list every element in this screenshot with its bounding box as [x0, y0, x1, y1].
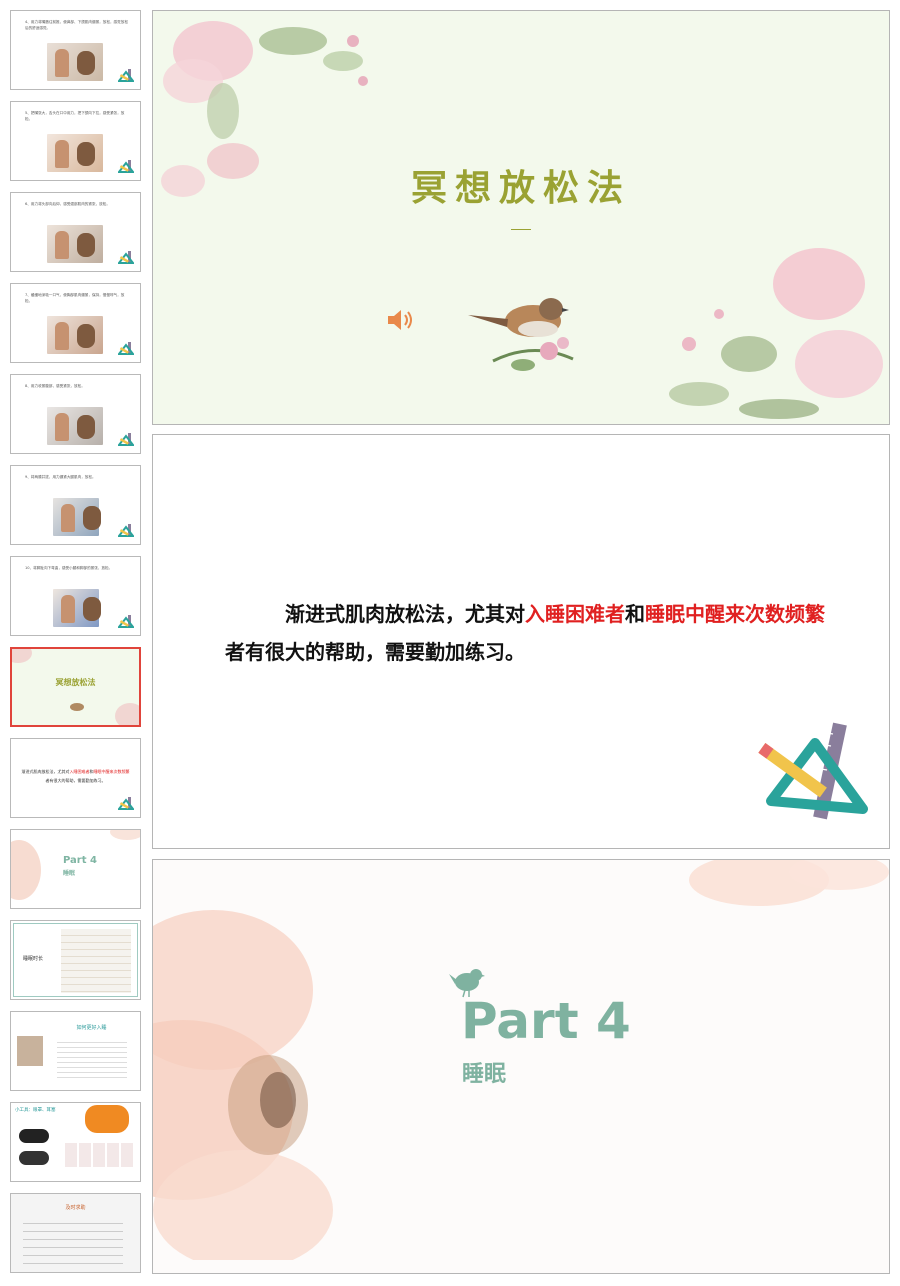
ruler-triangle-icon [118, 69, 134, 82]
thumbnail-slide-14[interactable]: 睡眠时长 [10, 920, 141, 1000]
highlight-text: 睡眠中醒来次数频繁 [645, 602, 825, 626]
slide-progressive-muscle-relaxation[interactable]: 渐进式肌肉放松法，尤其对入睡困难者和睡眠中醒来次数频繁者有很大的帮助，需要勤加练… [152, 434, 890, 849]
thumbnail-illustration [17, 1036, 43, 1066]
thumbnail-subtitle: 睡眠 [63, 870, 76, 877]
title-underline [511, 229, 531, 230]
thumbnail-text: 10、将脚趾向下弯曲，感受小腿和脚部的紧张，放松。 [25, 566, 113, 570]
ruler-triangle-pencil-icon [758, 722, 868, 820]
flower-decoration-left [153, 910, 333, 1260]
thumbnail-illustration [53, 498, 101, 536]
thumbnail-slide-6[interactable]: 6、用力将头部向后仰，感受颈部肌肉的紧张，放松。 [10, 192, 141, 272]
thumbnail-title: 冥想放松法 [55, 677, 96, 687]
thumbnail-table [61, 929, 131, 993]
eye-mask-illustration [19, 1129, 49, 1143]
highlight-text: 入睡困难者 [69, 769, 90, 774]
text-part: 渐进式肌肉放松法，尤其对 [21, 769, 70, 774]
section-part-label: Part 4 [461, 992, 631, 1050]
thumbnail-slide-13[interactable]: Part 4 睡眠 [10, 829, 141, 909]
thumbnail-slide-11-selected[interactable]: 冥想放松法 [10, 647, 141, 727]
thumbnail-text: 8、用力收紧腹部，感受紧张，放松。 [25, 384, 85, 388]
thumbnail-illustration [47, 407, 103, 445]
flower-decoration [115, 703, 139, 725]
thumbnail-slide-10[interactable]: 10、将脚趾向下弯曲，感受小腿和脚部的紧张，放松。 [10, 556, 141, 636]
text-part: 者有很大的帮助，需要勤加练习。 [45, 778, 106, 783]
earplug-illustration [85, 1105, 129, 1133]
flower-decoration-bottom-right [669, 248, 883, 419]
body-text-part: 渐进式肌肉放松法，尤其对 [285, 602, 525, 626]
ruler-triangle-icon [118, 160, 134, 173]
ruler-triangle-icon [118, 433, 134, 446]
eye-mask-illustration [19, 1151, 49, 1165]
thumbnail-title: 及时求助 [65, 1205, 86, 1211]
thumbnail-slide-15[interactable]: 如何更好入睡 [10, 1011, 141, 1091]
speaker-icon[interactable] [386, 307, 414, 333]
thumbnail-slide-7[interactable]: 7、缓缓地深吸一口气，使胸部肌肉绷紧，保持，慢慢呼气，放松。 [10, 283, 141, 363]
ruler-triangle-icon [118, 342, 134, 355]
thumbnail-text: 5、把嘴张大，舌头在口中用力，把下颌向下拉，感受紧张，放松。 [25, 111, 125, 121]
highlight-text: 睡眠中醒来次数频繁 [93, 769, 130, 774]
ruler-triangle-icon [118, 251, 134, 264]
thumbnail-text: 4、用力将嘴唇往前推，使鼻部、下颌肌肉绷紧，放松，感觉放松后的舒适感觉。 [25, 20, 128, 30]
body-text-part: 者有很大的帮助，需要勤加练习。 [225, 640, 525, 664]
thumbnail-part-label: Part 4 [63, 855, 97, 866]
thumbnail-slide-5[interactable]: 5、把嘴张大，舌头在口中用力，把下颌向下拉，感受紧张，放松。 [10, 101, 141, 181]
flower-decoration [110, 830, 140, 840]
thumbnail-text: 6、用力将头部向后仰，感受颈部肌肉的紧张，放松。 [25, 202, 110, 206]
section-subtitle: 睡眠 [462, 1061, 507, 1087]
bird-illustration [70, 703, 84, 711]
thumbnail-text: 9、将两膝并拢，用力绷紧大腿肌肉，放松。 [25, 475, 96, 479]
slide-part4-sleep[interactable]: Part 4 睡眠 [152, 859, 890, 1274]
thumbnail-illustration [47, 43, 103, 81]
ruler-triangle-icon [118, 524, 134, 537]
ruler-triangle-icon [118, 615, 134, 628]
body-text-part: 和 [625, 602, 645, 626]
thumbnail-title: 如何更好入睡 [76, 1025, 107, 1031]
thumbnail-illustration [47, 225, 103, 263]
thumbnail-illustration [47, 316, 103, 354]
slide-body-text: 渐进式肌肉放松法，尤其对入睡困难者和睡眠中醒来次数频繁者有很大的帮助，需要勤加练… [225, 595, 825, 671]
flower-decoration-top-right [689, 860, 889, 906]
thumbnail-text: 渐进式肌肉放松法，尤其对入睡困难者和睡眠中醒来次数频繁者有很大的帮助，需要勤加练… [21, 767, 130, 785]
bird-icon [468, 298, 574, 371]
thumbnail-slide-16[interactable]: 小工具：眼罩、耳塞 [10, 1102, 141, 1182]
thumbnail-illustration [53, 589, 101, 627]
thumbnail-slide-8[interactable]: 8、用力收紧腹部，感受紧张，放松。 [10, 374, 141, 454]
thumbnail-label: 睡眠时长 [23, 956, 44, 962]
slide-title: 冥想放松法 [410, 167, 631, 209]
thumbnail-list [57, 1038, 127, 1082]
thumbnail-illustration [47, 134, 103, 172]
thumbnail-text-lines [23, 1216, 123, 1266]
thumbnail-slide-4[interactable]: 4、用力将嘴唇往前推，使鼻部、下颌肌肉绷紧，放松，感觉放松后的舒适感觉。 [10, 10, 141, 90]
highlight-text: 入睡困难者 [525, 602, 625, 626]
flower-decoration [11, 840, 41, 900]
thumbnail-title: 小工具：眼罩、耳塞 [15, 1108, 56, 1113]
ruler-triangle-icon [118, 797, 134, 810]
thumbnail-steps [65, 1143, 135, 1167]
thumbnail-text: 7、缓缓地深吸一口气，使胸部肌肉绷紧，保持，慢慢呼气，放松。 [25, 293, 125, 303]
thumbnail-slide-9[interactable]: 9、将两膝并拢，用力绷紧大腿肌肉，放松。 [10, 465, 141, 545]
slide-meditation[interactable]: 冥想放松法 [152, 10, 890, 425]
flower-decoration [12, 649, 32, 663]
slide-thumbnail-pane: 4、用力将嘴唇往前推，使鼻部、下颌肌肉绷紧，放松，感觉放松后的舒适感觉。 5、把… [0, 0, 150, 1286]
thumbnail-slide-17[interactable]: 及时求助 [10, 1193, 141, 1273]
thumbnail-slide-12[interactable]: 渐进式肌肉放松法，尤其对入睡困难者和睡眠中醒来次数频繁者有很大的帮助，需要勤加练… [10, 738, 141, 818]
